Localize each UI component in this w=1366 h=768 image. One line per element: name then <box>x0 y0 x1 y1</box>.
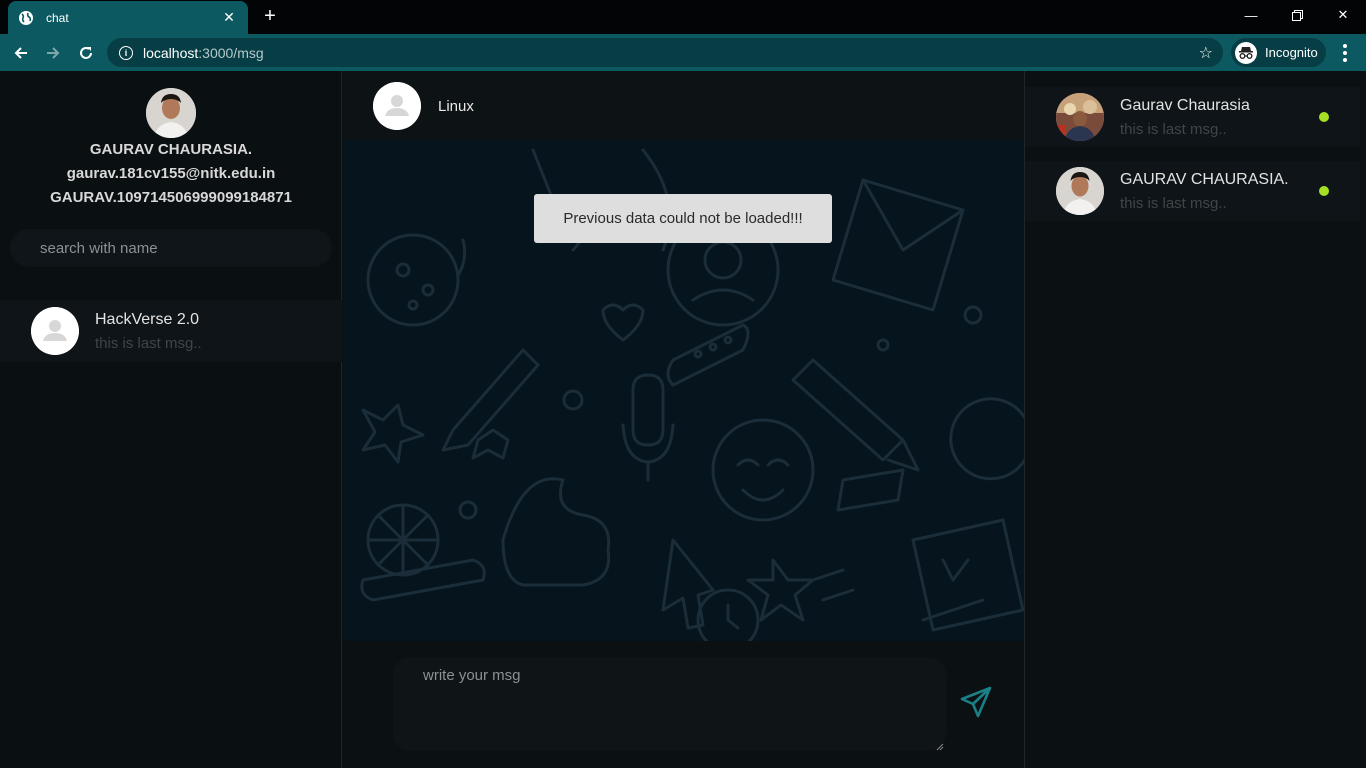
page-scrollbar[interactable] <box>1360 71 1366 768</box>
online-user-name: GAURAV CHAURASIA. <box>1120 170 1289 188</box>
window-controls: — ✕ <box>1228 0 1366 30</box>
minimize-button[interactable]: — <box>1228 0 1274 30</box>
profile-avatar[interactable] <box>146 88 196 138</box>
restore-icon <box>1291 9 1303 21</box>
incognito-badge[interactable]: Incognito <box>1231 38 1326 67</box>
online-user-last-message: this is last msg.. <box>1120 120 1227 138</box>
resize-grip-icon[interactable] <box>934 741 944 751</box>
incognito-icon <box>1235 41 1257 64</box>
profile-name: GAURAV CHAURASIA. <box>89 141 253 158</box>
online-user-last-message: this is last msg.. <box>1120 194 1227 212</box>
user-avatar <box>1056 167 1104 215</box>
arrow-right-icon <box>47 47 60 59</box>
close-window-button[interactable]: ✕ <box>1320 0 1366 30</box>
send-icon[interactable] <box>959 685 993 719</box>
message-input[interactable] <box>393 657 946 751</box>
browser-tab[interactable]: chat ✕ <box>8 1 248 34</box>
chat-header: Linux <box>343 71 1024 140</box>
info-icon[interactable]: i <box>119 45 133 60</box>
profile-id: GAURAV.109714506999099184871 <box>50 189 292 206</box>
url-host: localhost <box>143 44 199 61</box>
left-sidebar: GAURAV CHAURASIA. gaurav.181cv155@nitk.e… <box>0 71 342 768</box>
url-path: :3000/msg <box>198 44 264 61</box>
reload-icon <box>80 47 92 59</box>
search-input[interactable] <box>10 229 332 267</box>
tab-title: chat <box>46 10 69 25</box>
back-button[interactable] <box>8 40 34 66</box>
close-tab-icon[interactable]: ✕ <box>220 9 238 26</box>
new-tab-button[interactable]: + <box>259 5 281 27</box>
globe-icon <box>19 10 33 25</box>
message-area: Previous data could not be loaded!!! <box>343 140 1024 641</box>
compose-bar <box>343 641 1024 768</box>
online-status-dot <box>1319 186 1329 196</box>
group-last-message: this is last msg.. <box>95 334 202 352</box>
group-list-item[interactable]: HackVerse 2.0 this is last msg.. <box>0 300 342 362</box>
bookmark-star-icon[interactable]: ☆ <box>1199 43 1213 63</box>
arrow-left-icon <box>14 47 27 59</box>
address-bar[interactable]: i localhost:3000/msg ☆ <box>107 38 1223 67</box>
incognito-label: Incognito <box>1265 45 1318 60</box>
browser-titlebar: chat ✕ + — ✕ <box>0 0 1366 34</box>
profile-email: gaurav.181cv155@nitk.edu.in <box>66 165 276 182</box>
user-avatar <box>1056 93 1104 141</box>
restore-button[interactable] <box>1274 0 1320 30</box>
chat-header-name: Linux <box>438 98 474 115</box>
default-avatar-icon <box>31 307 79 355</box>
chat-app: GAURAV CHAURASIA. gaurav.181cv155@nitk.e… <box>0 71 1366 768</box>
online-status-dot <box>1319 112 1329 122</box>
default-avatar-icon <box>373 82 421 130</box>
online-user-item[interactable]: GAURAV CHAURASIA. this is last msg.. <box>1025 161 1361 221</box>
group-name: HackVerse 2.0 <box>95 310 200 328</box>
online-user-name: Gaurav Chaurasia <box>1120 96 1250 114</box>
reload-button[interactable] <box>73 40 99 66</box>
error-toast: Previous data could not be loaded!!! <box>534 194 832 243</box>
browser-toolbar: i localhost:3000/msg ☆ Incognito <box>0 34 1366 71</box>
forward-button[interactable] <box>40 40 66 66</box>
browser-menu-button[interactable] <box>1336 40 1354 66</box>
online-users-panel: Gaurav Chaurasia this is last msg.. GAUR… <box>1024 71 1361 768</box>
online-user-item[interactable]: Gaurav Chaurasia this is last msg.. <box>1025 87 1361 147</box>
